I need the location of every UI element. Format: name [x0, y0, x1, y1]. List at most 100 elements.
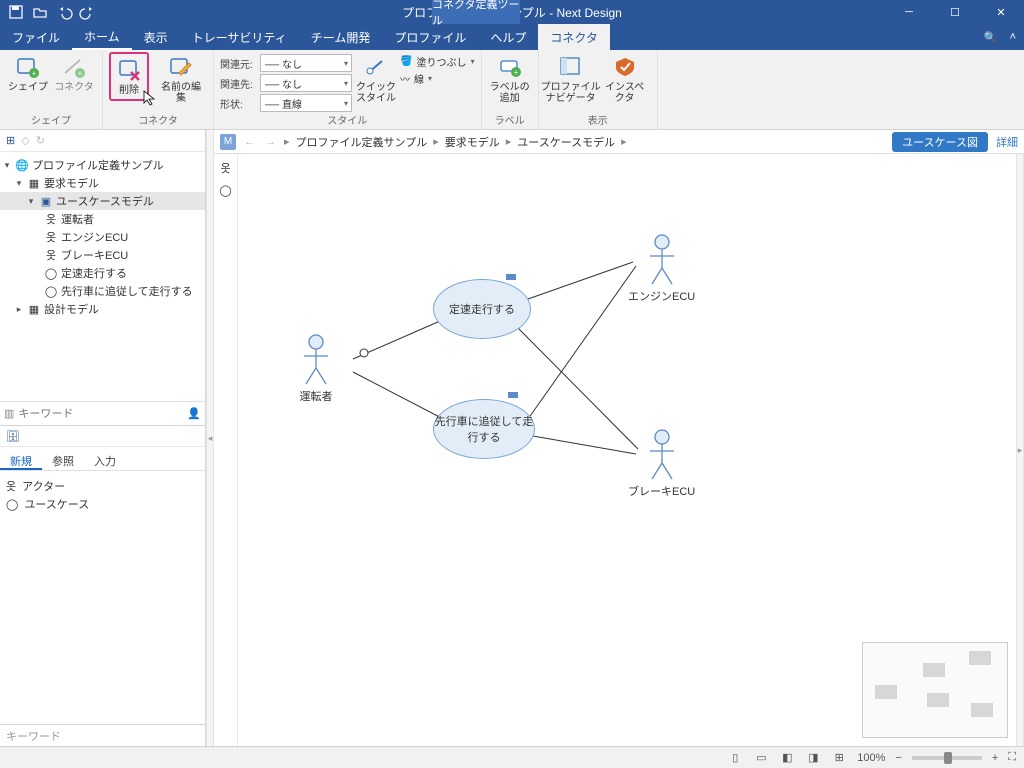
tree-item-follow[interactable]: ◯先行車に追従して走行する [0, 282, 205, 300]
menu-traceability[interactable]: トレーサビリティ [180, 24, 299, 50]
search-go-icon[interactable]: 👤 [187, 407, 201, 420]
nav-back[interactable]: ← [242, 136, 257, 148]
tree-item-usecase-model[interactable]: ▾▣ユースケースモデル [0, 192, 205, 210]
search-input[interactable] [18, 408, 183, 420]
tool-actor-icon[interactable]: 옷 [220, 160, 230, 176]
quick-style-icon [363, 54, 389, 80]
model-tree[interactable]: ▾🌐プロファイル定義サンプル ▾▦要求モデル ▾▣ユースケースモデル 옷運転者 … [0, 152, 205, 401]
edit-name-button[interactable]: 名前の編集 [155, 52, 207, 106]
actor-brake[interactable]: ブレーキECU [628, 429, 695, 499]
tree-item-brake[interactable]: 옷ブレーキECU [0, 246, 205, 264]
menu-view[interactable]: 表示 [132, 24, 180, 50]
ribbon-group-connector: コネクタ [109, 112, 207, 129]
open-icon[interactable] [32, 4, 48, 20]
actor-driver[interactable]: 運転者 [298, 334, 334, 404]
palette-icon: 🗄 [6, 430, 20, 443]
right-panel-expand-handle[interactable]: ▸ [1016, 154, 1024, 746]
fill-button[interactable]: 🪣塗りつぶし ▾ [400, 54, 475, 69]
palette-item-usecase[interactable]: ◯ユースケース [6, 495, 199, 513]
menu-team[interactable]: チーム開発 [299, 24, 383, 50]
fill-icon: 🪣 [400, 56, 412, 67]
view-usecase-diagram[interactable]: ユースケース図 [892, 132, 988, 152]
tool-usecase-icon[interactable]: ◯ [219, 184, 231, 197]
sidebar-tab-filter-icon[interactable]: ◇ [21, 134, 29, 147]
redo-icon[interactable] [80, 4, 96, 20]
sidebar-collapse-handle[interactable]: ◂ [206, 130, 214, 746]
search-icon[interactable]: 🔍 [984, 31, 998, 44]
maximize-button[interactable]: ☐ [932, 0, 978, 24]
svg-text:+: + [513, 68, 518, 77]
shape-type-dropdown[interactable]: ── 直線 [260, 94, 352, 112]
undo-icon[interactable] [56, 4, 72, 20]
ribbon-collapse-icon[interactable]: ˄ [1010, 31, 1016, 43]
save-icon[interactable] [8, 4, 24, 20]
add-label-button[interactable]: + ラベルの 追加 [488, 52, 532, 106]
actor-icon: 옷 [44, 247, 58, 263]
sidebar-tab-tree-icon[interactable]: ⊞ [6, 134, 15, 147]
zoom-value: 100% [857, 752, 885, 764]
profile-navigator-button[interactable]: プロファイル ナビゲータ [545, 52, 597, 106]
zoom-in-button[interactable]: + [992, 752, 998, 764]
layout-3-icon[interactable]: ◧ [779, 750, 795, 766]
breadcrumb-2[interactable]: 要求モデル [445, 134, 500, 150]
layout-1-icon[interactable]: ▯ [727, 750, 743, 766]
nav-forward[interactable]: → [263, 136, 278, 148]
project-icon: 🌐 [15, 159, 29, 172]
rel-dst-dropdown[interactable]: ── なし [260, 74, 352, 92]
usecase-icon: ◯ [6, 498, 18, 511]
layout-2-icon[interactable]: ▭ [753, 750, 769, 766]
profile-navigator-icon [558, 54, 584, 80]
quick-style-button[interactable]: クイック スタイル [354, 52, 398, 106]
minimap[interactable] [862, 642, 1008, 738]
package-icon: ▦ [27, 177, 41, 190]
ribbon-group-shape: シェイプ [6, 112, 96, 129]
inspector-icon [612, 54, 638, 80]
tree-item-driver[interactable]: 옷運転者 [0, 210, 205, 228]
menu-home[interactable]: ホーム [72, 24, 132, 50]
diagram-canvas[interactable]: 運転者 エンジンECU ブレーキECU 定速走行する 先行車に追従して走 行する [238, 154, 1016, 746]
line-button[interactable]: 〰線 ▾ [400, 71, 475, 86]
connector-add-icon: + [61, 54, 87, 80]
filter-icon[interactable]: ▥ [4, 407, 14, 420]
usecase-follow[interactable]: 先行車に追従して走 行する [433, 399, 535, 459]
palette-tab-new[interactable]: 新規 [0, 451, 42, 470]
fit-button[interactable]: ⛶ [1008, 751, 1016, 764]
usecase-icon: ◯ [44, 285, 58, 298]
usecase-icon: ◯ [44, 267, 58, 280]
inspector-button[interactable]: インスペクタ [599, 52, 651, 106]
breadcrumb-1[interactable]: プロファイル定義サンプル [296, 134, 428, 150]
zoom-out-button[interactable]: − [895, 752, 901, 764]
palette-item-actor[interactable]: 옷アクター [6, 477, 199, 495]
sidebar-tab-search-icon[interactable]: ↻ [36, 134, 45, 147]
layout-4-icon[interactable]: ◨ [805, 750, 821, 766]
rel-dst-label: 関連先: [220, 76, 256, 91]
actor-engine[interactable]: エンジンECU [628, 234, 695, 304]
shape-type-label: 形状: [220, 96, 256, 111]
palette-tab-input[interactable]: 入力 [84, 451, 126, 470]
svg-text:+: + [32, 69, 37, 78]
menu-file[interactable]: ファイル [0, 24, 72, 50]
connector-button[interactable]: + コネクタ [52, 52, 96, 95]
close-button[interactable]: ✕ [978, 0, 1024, 24]
package-icon: ▦ [27, 303, 41, 316]
contextual-tab-label: コネクタ定義ツール [432, 0, 520, 24]
usecase-cruise[interactable]: 定速走行する [433, 279, 531, 339]
layout-5-icon[interactable]: ⊞ [831, 750, 847, 766]
zoom-slider[interactable] [912, 756, 982, 760]
breadcrumb-3[interactable]: ユースケースモデル [517, 134, 615, 150]
rel-src-label: 関連元: [220, 56, 256, 71]
detail-button[interactable]: 詳細 [996, 134, 1018, 150]
cursor-icon [143, 90, 157, 106]
menu-connector[interactable]: コネクタ [538, 24, 610, 50]
svg-text:+: + [78, 69, 83, 78]
tree-item-cruise[interactable]: ◯定速走行する [0, 264, 205, 282]
tree-item-engine[interactable]: 옷エンジンECU [0, 228, 205, 246]
rel-src-dropdown[interactable]: ── なし [260, 54, 352, 72]
palette-tab-ref[interactable]: 参照 [42, 451, 84, 470]
minimize-button[interactable]: ─ [886, 0, 932, 24]
keyword-field[interactable]: キーワード [0, 724, 205, 746]
delete-button[interactable]: 削除 [112, 55, 146, 98]
diagram-icon: ▣ [39, 195, 53, 208]
ribbon-group-style: スタイル [220, 112, 475, 129]
shape-button[interactable]: + シェイプ [6, 52, 50, 95]
